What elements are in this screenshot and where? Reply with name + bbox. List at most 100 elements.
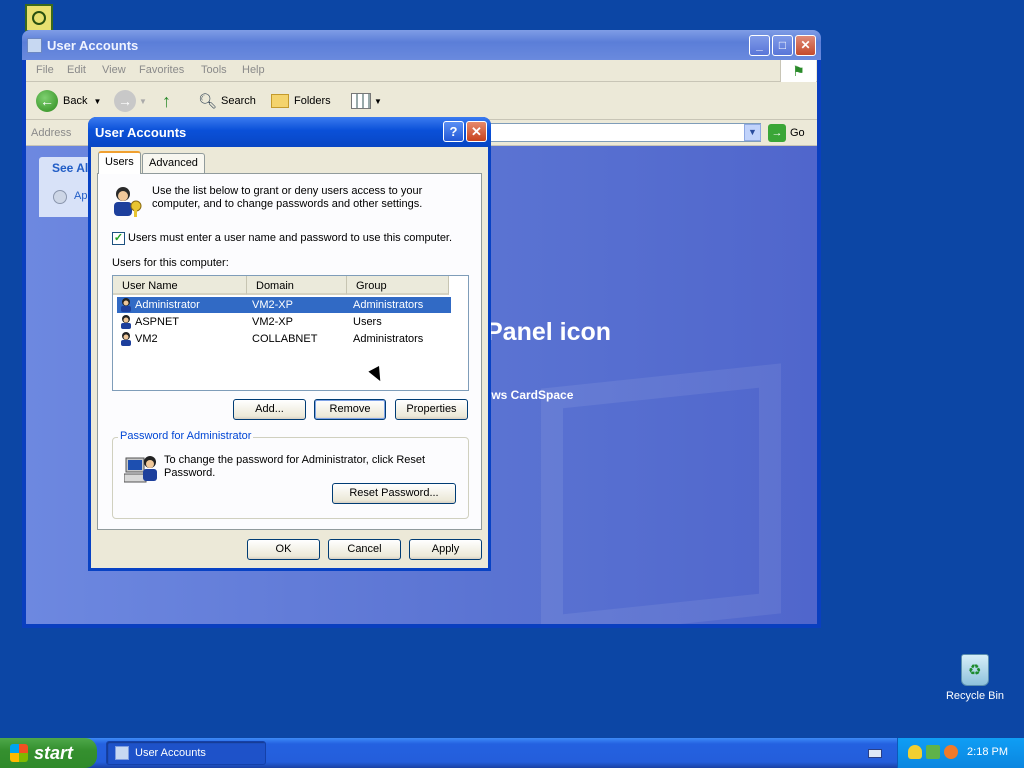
menu-view[interactable]: View <box>102 64 126 76</box>
background-checkmark-graphic <box>541 363 781 624</box>
search-icon: 🔍︎ <box>198 93 218 110</box>
user-group: Users <box>353 316 382 328</box>
security-shield-icon[interactable] <box>908 745 922 759</box>
column-group[interactable]: Group <box>347 276 449 295</box>
taskbar-task-label: User Accounts <box>135 747 206 759</box>
dialog-title: User Accounts <box>95 125 187 140</box>
dialog-close-button[interactable]: ✕ <box>466 121 487 142</box>
help-button[interactable]: ? <box>443 121 464 142</box>
forward-button[interactable]: → ▼ <box>114 90 147 112</box>
explorer-title-bar[interactable]: User Accounts _ □ ✕ <box>22 30 821 60</box>
user-domain: COLLABNET <box>252 333 318 345</box>
cancel-button[interactable]: Cancel <box>328 539 401 560</box>
search-tray-icon[interactable] <box>944 745 958 759</box>
table-row[interactable]: Administrator VM2-XP Administrators <box>117 297 451 313</box>
back-button[interactable]: ← Back ▼ <box>36 90 101 112</box>
menu-help[interactable]: Help <box>242 64 265 76</box>
go-button[interactable]: → Go <box>768 124 805 142</box>
desktop-icon[interactable] <box>25 4 53 32</box>
user-accounts-dialog: User Accounts ? ✕ Users Advanced Use the… <box>88 117 491 571</box>
dialog-body: Users Advanced Use the list below to gra… <box>91 147 488 568</box>
users-list[interactable]: User Name Domain Group Administrator VM2… <box>112 275 469 391</box>
user-domain: VM2-XP <box>252 299 293 311</box>
recycle-bin-graphic <box>961 654 989 686</box>
start-label: start <box>34 742 74 763</box>
search-label: Search <box>221 95 256 107</box>
folders-label: Folders <box>294 95 331 107</box>
user-accounts-icon <box>115 746 129 760</box>
apply-button[interactable]: Apply <box>409 539 482 560</box>
user-group: Administrators <box>353 299 424 311</box>
password-text: To change the password for Administrator… <box>164 454 426 479</box>
intro-text: Use the list below to grant or deny user… <box>152 185 423 210</box>
users-tab-pane: Use the list below to grant or deny user… <box>97 173 482 530</box>
address-dropdown-icon[interactable]: ▼ <box>744 124 761 141</box>
explorer-title: User Accounts <box>47 38 139 53</box>
computer-user-icon <box>124 456 157 483</box>
close-button[interactable]: ✕ <box>795 35 816 56</box>
tab-users[interactable]: Users <box>98 151 141 174</box>
maximize-button[interactable]: □ <box>772 35 793 56</box>
go-label: Go <box>790 127 805 139</box>
clock[interactable]: 2:18 PM <box>967 746 1008 758</box>
user-name: VM2 <box>135 333 158 345</box>
up-folder-icon[interactable]: ↑ <box>162 90 171 112</box>
user-icon <box>121 315 131 329</box>
taskbar-user-accounts-button[interactable]: User Accounts <box>106 741 266 765</box>
folders-button[interactable]: Folders <box>271 90 331 112</box>
user-icon <box>121 298 131 312</box>
user-group: Administrators <box>353 333 424 345</box>
windows-flag-icon <box>10 744 28 762</box>
reset-password-button[interactable]: Reset Password... <box>332 483 456 504</box>
column-domain[interactable]: Domain <box>247 276 347 295</box>
password-group-label: Password for Administrator <box>118 430 254 442</box>
back-label: Back <box>63 95 88 107</box>
windows-logo-icon: ⚑ <box>780 60 816 82</box>
toolbar: ← Back ▼ → ▼ ↑ 🔍︎ Search Folders ▼ <box>26 82 817 120</box>
menu-favorites[interactable]: Favorites <box>139 64 184 76</box>
appearance-icon <box>53 190 67 204</box>
search-button[interactable]: 🔍︎ Search <box>198 90 256 112</box>
views-icon <box>351 93 371 109</box>
recycle-bin-icon[interactable]: Recycle Bin <box>940 654 1010 702</box>
menu-edit[interactable]: Edit <box>67 64 86 76</box>
user-domain: VM2-XP <box>252 316 293 328</box>
menu-bar: File Edit View Favorites Tools Help ⚑ <box>26 60 817 82</box>
go-arrow-icon: → <box>768 124 786 142</box>
table-row[interactable]: ASPNET VM2-XP Users <box>117 314 451 330</box>
keyboard-icon[interactable] <box>868 749 882 758</box>
network-icon[interactable] <box>926 745 940 759</box>
cardspace-link[interactable]: ows CardSpace <box>484 388 573 402</box>
forward-arrow-icon: → <box>114 90 136 112</box>
chevron-down-icon[interactable]: ▼ <box>139 97 147 106</box>
user-name: ASPNET <box>135 316 180 328</box>
minimize-button[interactable]: _ <box>749 35 770 56</box>
table-row[interactable]: VM2 COLLABNET Administrators <box>117 331 451 347</box>
users-for-label: Users for this computer: <box>112 257 229 269</box>
ok-button[interactable]: OK <box>247 539 320 560</box>
must-login-checkbox[interactable]: ✓ <box>112 232 125 245</box>
tab-advanced[interactable]: Advanced <box>142 153 205 173</box>
folder-icon <box>271 94 289 108</box>
views-button[interactable]: ▼ <box>351 90 382 112</box>
dialog-title-bar[interactable]: User Accounts ? ✕ <box>88 117 491 147</box>
user-name: Administrator <box>135 299 200 311</box>
add-button[interactable]: Add... <box>233 399 306 420</box>
must-login-label: Users must enter a user name and passwor… <box>128 232 453 244</box>
address-label: Address <box>31 127 72 139</box>
column-user-name[interactable]: User Name <box>113 276 247 295</box>
user-accounts-icon <box>27 38 42 53</box>
menu-file[interactable]: File <box>36 64 54 76</box>
recycle-bin-label: Recycle Bin <box>945 690 1005 702</box>
user-icon <box>121 332 131 346</box>
chevron-down-icon[interactable]: ▼ <box>374 97 382 106</box>
chevron-down-icon[interactable]: ▼ <box>93 97 101 106</box>
see-also-link[interactable]: Ap <box>74 190 87 202</box>
system-tray: 2:18 PM <box>897 738 1024 768</box>
panel-heading: Panel icon <box>486 318 612 346</box>
remove-button[interactable]: Remove <box>314 399 386 420</box>
menu-tools[interactable]: Tools <box>201 64 227 76</box>
properties-button[interactable]: Properties <box>395 399 468 420</box>
users-icon <box>114 187 142 217</box>
start-button[interactable]: start <box>0 738 97 768</box>
